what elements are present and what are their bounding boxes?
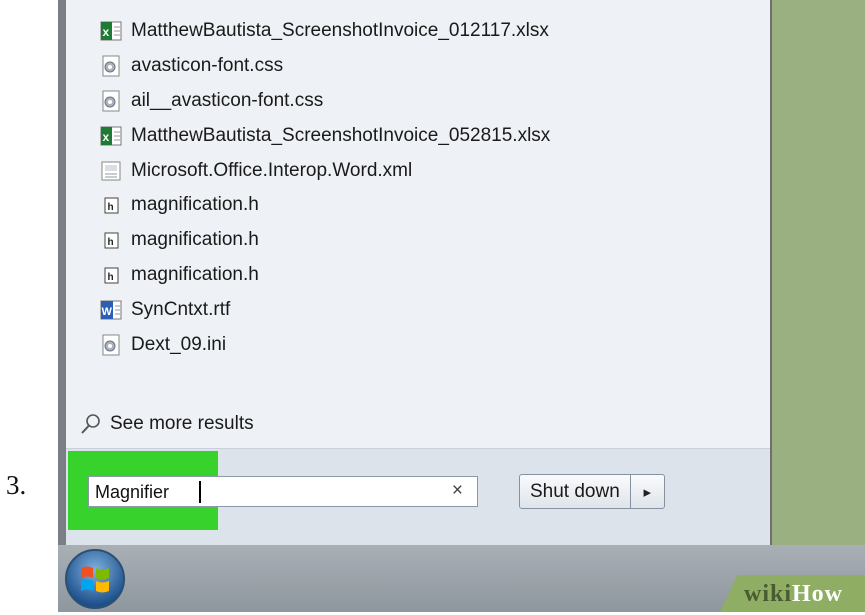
result-label: magnification.h bbox=[131, 194, 259, 216]
result-item[interactable]: Microsoft.Office.Interop.Word.xml bbox=[100, 153, 550, 188]
windows-logo-icon bbox=[65, 549, 125, 609]
wikihow-watermark: wikiHow bbox=[744, 581, 844, 607]
start-button[interactable] bbox=[64, 548, 126, 610]
result-item[interactable]: x MatthewBautista_ScreenshotInvoice_0528… bbox=[100, 118, 550, 153]
step-number: 3. bbox=[6, 470, 27, 500]
header-file-icon: h bbox=[100, 264, 122, 286]
excel-file-icon: x bbox=[100, 20, 122, 42]
header-file-icon: h bbox=[100, 229, 122, 251]
settings-file-icon bbox=[100, 334, 122, 356]
see-more-results-link[interactable]: See more results bbox=[80, 413, 254, 435]
result-label: Microsoft.Office.Interop.Word.xml bbox=[131, 159, 413, 181]
xml-file-icon bbox=[100, 160, 122, 182]
svg-text:x: x bbox=[103, 130, 110, 144]
result-item[interactable]: x MatthewBautista_ScreenshotInvoice_0121… bbox=[100, 14, 550, 49]
result-item[interactable]: ail__avasticon-font.css bbox=[100, 84, 550, 119]
svg-text:h: h bbox=[108, 202, 114, 213]
shutdown-options-button[interactable]: ▸ bbox=[629, 475, 664, 508]
result-label: MatthewBautista_ScreenshotInvoice_052815… bbox=[131, 124, 551, 146]
result-item[interactable]: Dext_09.ini bbox=[100, 327, 550, 362]
svg-text:x: x bbox=[103, 25, 110, 39]
settings-file-icon bbox=[100, 90, 122, 112]
see-more-label: See more results bbox=[110, 413, 254, 434]
shutdown-control: Shut down ▸ bbox=[519, 474, 665, 509]
result-item[interactable]: h magnification.h bbox=[100, 258, 550, 293]
svg-text:h: h bbox=[108, 237, 114, 248]
search-input-value: Magnifier bbox=[95, 482, 170, 502]
shut-down-button[interactable]: Shut down bbox=[520, 475, 630, 508]
clear-search-button[interactable]: × bbox=[452, 480, 463, 502]
word-file-icon: W bbox=[100, 299, 122, 321]
result-item[interactable]: avasticon-font.css bbox=[100, 49, 550, 84]
search-icon bbox=[81, 414, 100, 434]
result-item[interactable]: h magnification.h bbox=[100, 223, 550, 258]
chevron-right-icon: ▸ bbox=[643, 483, 652, 501]
result-label: ail__avasticon-font.css bbox=[131, 89, 324, 111]
result-label: magnification.h bbox=[131, 263, 259, 285]
result-label: magnification.h bbox=[131, 229, 259, 251]
desktop-background bbox=[772, 0, 865, 545]
header-file-icon: h bbox=[100, 194, 122, 216]
settings-file-icon bbox=[100, 55, 122, 77]
search-results-list: x MatthewBautista_ScreenshotInvoice_0121… bbox=[100, 14, 550, 362]
menu-frame bbox=[58, 0, 66, 545]
result-item[interactable]: h magnification.h bbox=[100, 188, 550, 223]
result-label: SynCntxt.rtf bbox=[131, 298, 231, 320]
result-label: Dext_09.ini bbox=[131, 333, 227, 355]
svg-text:h: h bbox=[108, 272, 114, 283]
svg-text:W: W bbox=[102, 306, 113, 318]
excel-file-icon: x bbox=[100, 125, 122, 147]
result-label: avasticon-font.css bbox=[131, 55, 284, 77]
search-input[interactable]: Magnifier × bbox=[88, 476, 478, 507]
result-label: MatthewBautista_ScreenshotInvoice_012117… bbox=[131, 20, 549, 42]
result-item[interactable]: W SynCntxt.rtf bbox=[100, 292, 550, 327]
text-caret bbox=[199, 481, 201, 503]
